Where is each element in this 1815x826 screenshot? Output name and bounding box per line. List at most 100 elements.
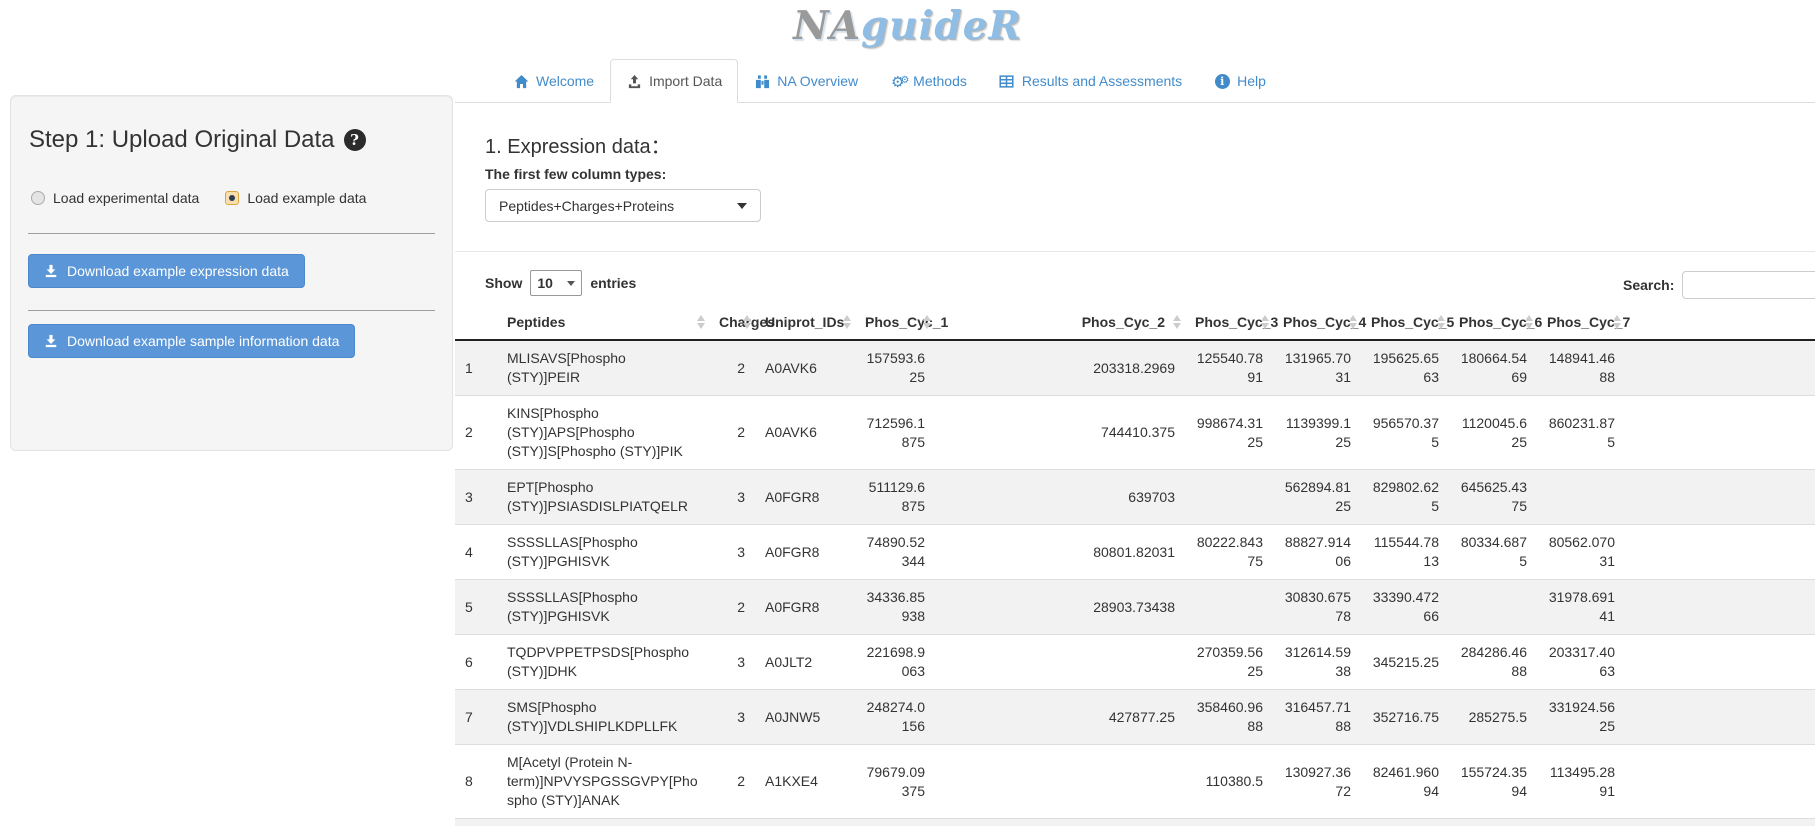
search-input[interactable]: [1682, 271, 1815, 299]
download-example-expression-button[interactable]: Download example expression data: [28, 254, 305, 288]
value-cell: 1139399.125: [1273, 396, 1361, 470]
tab-methods[interactable]: ⚙⚙Methods: [874, 59, 983, 103]
sort-icon: [923, 315, 931, 329]
value-cell: [1537, 470, 1625, 525]
app-logo-part2: guideR: [861, 3, 1022, 49]
naguider-app-page: NAguideR Welcome Import Data NA Overview⚙⚙…: [0, 0, 1815, 826]
row-number-cell: 1: [455, 340, 497, 396]
page-size-value: 10: [537, 275, 553, 291]
expression-data-heading: 1. Expression data：: [485, 130, 671, 159]
filler-cell: [1625, 525, 1815, 580]
column-types-select[interactable]: Peptides+Charges+Proteins: [485, 189, 761, 222]
value-cell: 203318.2969: [935, 340, 1185, 396]
value-cell: [1185, 819, 1273, 826]
radio-load-experimental-data[interactable]: Load experimental data: [31, 190, 199, 206]
value-cell: 221698.9063: [855, 635, 935, 690]
value-cell: [1361, 819, 1449, 826]
value-cell: [1537, 819, 1625, 826]
row-number-cell: 2: [455, 396, 497, 470]
value-cell: [1185, 470, 1273, 525]
peptide-cell: SSSSLLAS[Phospho (STY)]PGHISVK: [497, 580, 709, 635]
value-cell: 28903.73438: [935, 580, 1185, 635]
table-icon: [999, 73, 1015, 89]
charges-cell: 2: [709, 396, 755, 470]
peptide-cell: MLISAVS[Phospho (STY)]PEIR: [497, 340, 709, 396]
value-cell: [1273, 819, 1361, 826]
charges-cell: 2: [709, 580, 755, 635]
sort-icon: [1613, 315, 1621, 329]
sort-icon: [1261, 315, 1269, 329]
show-label: Show: [485, 275, 522, 291]
uniprot-id-cell: A0FGR8: [755, 580, 855, 635]
radio-label: Load example data: [247, 190, 366, 206]
value-cell: 131965.7031: [1273, 340, 1361, 396]
column-header-phos_cyc_6[interactable]: Phos_Cyc_6: [1449, 306, 1537, 340]
value-cell: 331924.5625: [1537, 690, 1625, 745]
main-nav-tabs: Welcome Import Data NA Overview⚙⚙MethodsRe…: [497, 59, 1282, 103]
sort-icon: [1437, 315, 1445, 329]
value-cell: 511129.6875: [855, 470, 935, 525]
uniprot-id-cell: A1KXE4: [755, 745, 855, 819]
value-cell: 203317.4063: [1537, 635, 1625, 690]
peptide-cell: SMS[Phospho (STY)]VDLSHIPLKDPLLFK: [497, 690, 709, 745]
row-number-cell: 4: [455, 525, 497, 580]
value-cell: 80222.84375: [1185, 525, 1273, 580]
column-header-phos_cyc_4[interactable]: Phos_Cyc_4: [1273, 306, 1361, 340]
value-cell: 130927.3672: [1273, 745, 1361, 819]
download-example-sample-info-button[interactable]: Download example sample information data: [28, 324, 355, 358]
sidebar-divider: [28, 233, 435, 234]
value-cell: 31978.69141: [1537, 580, 1625, 635]
info-icon: i: [1214, 73, 1230, 89]
filler-cell: [1625, 340, 1815, 396]
value-cell: 79679.09375: [855, 745, 935, 819]
value-cell: [1185, 580, 1273, 635]
tab-welcome[interactable]: Welcome: [497, 59, 610, 103]
tab-results-and-assessments[interactable]: Results and Assessments: [983, 59, 1198, 103]
column-types-label: The first few column types:: [485, 166, 666, 182]
download-example-expression-label: Download example expression data: [67, 263, 289, 279]
value-cell: 352716.75: [1361, 690, 1449, 745]
column-header-peptides[interactable]: Peptides: [497, 306, 709, 340]
radio-label: Load experimental data: [53, 190, 199, 206]
row-number-cell: [455, 819, 497, 826]
table-row: 3EPT[Phospho (STY)]PSIASDISLPIATQELR3A0F…: [455, 470, 1815, 525]
sort-icon: [1173, 315, 1181, 329]
tab-import-data[interactable]: Import Data: [610, 59, 738, 103]
sort-icon: [697, 315, 705, 329]
value-cell: 110380.5: [1185, 745, 1273, 819]
value-cell: 270359.5625: [1185, 635, 1273, 690]
filler-cell: [1625, 745, 1815, 819]
tab-label: Help: [1237, 73, 1266, 89]
row-number-cell: 7: [455, 690, 497, 745]
column-header-phos_cyc_1[interactable]: Phos_Cyc_1: [855, 306, 935, 340]
column-header-charges[interactable]: Charges: [709, 306, 755, 340]
charges-cell: 2: [709, 745, 755, 819]
radio-checked-icon[interactable]: [225, 191, 239, 205]
tab-label: Import Data: [649, 73, 722, 89]
value-cell: 427877.25: [935, 690, 1185, 745]
column-header-phos_cyc_7[interactable]: Phos_Cyc_7: [1537, 306, 1625, 340]
column-header-phos_cyc_5[interactable]: Phos_Cyc_5: [1361, 306, 1449, 340]
value-cell: 80801.82031: [935, 525, 1185, 580]
charges-cell: 3: [709, 690, 755, 745]
radio-load-example-data[interactable]: Load example data: [225, 190, 366, 206]
column-header-phos_cyc_2[interactable]: Phos_Cyc_2: [935, 306, 1185, 340]
app-logo-part1: NA: [793, 3, 861, 49]
page-size-select[interactable]: 10: [530, 270, 582, 296]
column-header-label: Uniprot_IDs: [765, 314, 844, 330]
row-number-cell: 3: [455, 470, 497, 525]
column-header-phos_cyc_3[interactable]: Phos_Cyc_3: [1185, 306, 1273, 340]
tab-help[interactable]: i Help: [1198, 59, 1282, 103]
filler-cell: [1625, 470, 1815, 525]
question-circle-icon[interactable]: ?: [344, 129, 366, 151]
uniprot-id-cell: A0FGR8: [755, 470, 855, 525]
column-header-label: Phos_Cyc_2: [1082, 314, 1165, 330]
entries-label: entries: [590, 275, 636, 291]
tab-na-overview[interactable]: NA Overview: [738, 59, 874, 103]
column-header-uniprot_ids[interactable]: Uniprot_IDs: [755, 306, 855, 340]
value-cell: [935, 819, 1185, 826]
radio-unchecked-icon[interactable]: [31, 191, 45, 205]
value-cell: 744410.375: [935, 396, 1185, 470]
sort-icon: [1349, 315, 1357, 329]
value-cell: [855, 819, 935, 826]
